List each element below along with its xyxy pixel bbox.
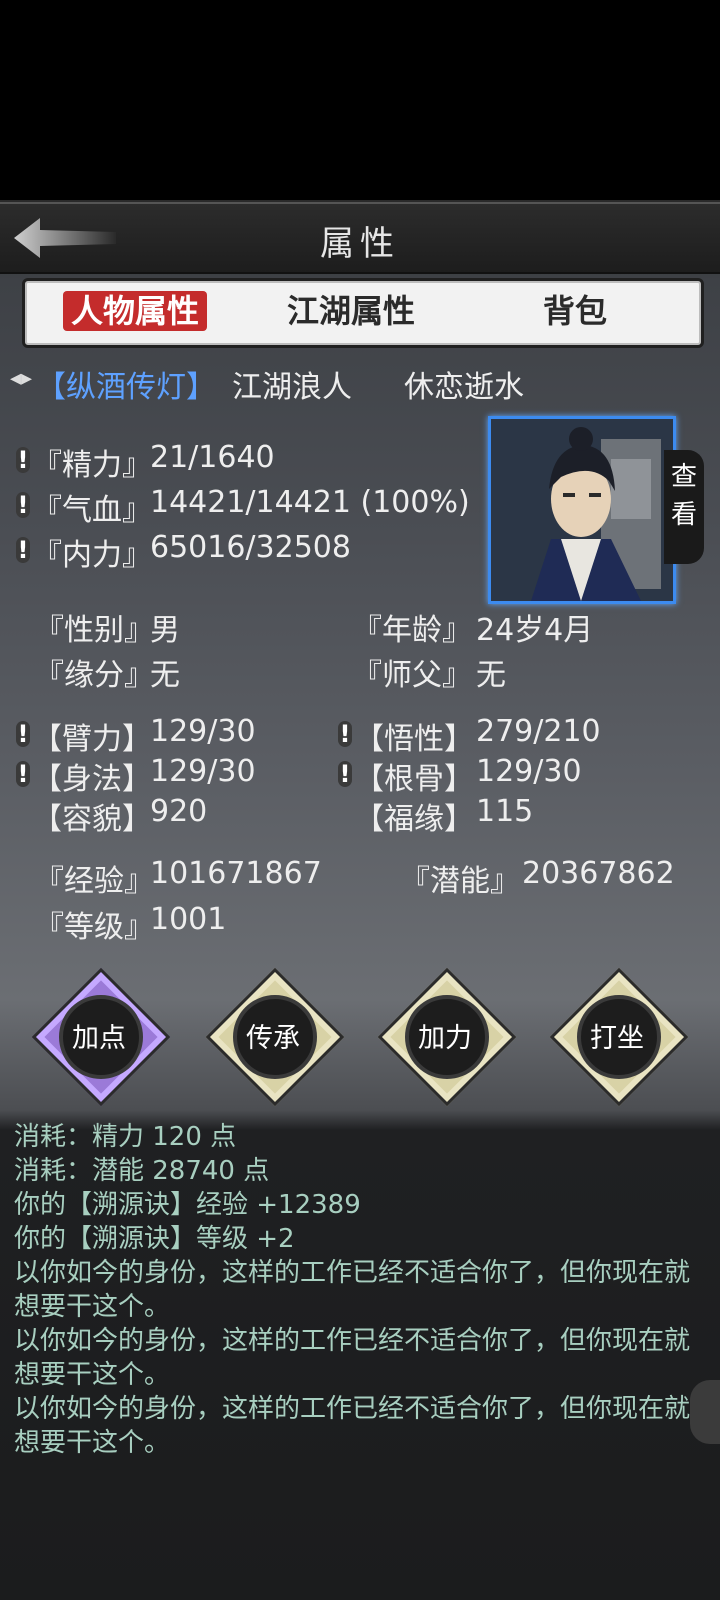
- log-line: 以你如今的身份，这样的工作已经不适合你了，但你现在就想要干这个。: [14, 1326, 691, 1390]
- side-tool-tab[interactable]: [690, 1380, 720, 1444]
- message-log: 消耗：精力 120 点 消耗：潜能 28740 点 你的【溯源诀】经验 +123…: [14, 1120, 704, 1460]
- view-button[interactable]: 查看: [664, 450, 704, 564]
- master-value: 无: [476, 658, 506, 693]
- looks-value: 920: [150, 794, 208, 829]
- info-icon[interactable]: !: [16, 537, 30, 563]
- sect-name[interactable]: 【纵酒传灯】: [36, 362, 216, 406]
- log-line: 以你如今的身份，这样的工作已经不适合你了，但你现在就想要干这个。: [14, 1394, 691, 1458]
- age-value: 24岁4月: [476, 613, 594, 648]
- wisdom-label: 【悟性】: [354, 722, 474, 757]
- vital-value-inner-power: 65016/32508: [150, 530, 351, 565]
- info-icon[interactable]: !: [338, 761, 352, 787]
- add-points-button[interactable]: 加点: [31, 967, 171, 1107]
- fate-value: 无: [150, 658, 180, 693]
- info-icon[interactable]: !: [16, 761, 30, 787]
- sect-toggle-icon[interactable]: ◂▸: [10, 366, 32, 391]
- character-name: 休恋逝水: [404, 370, 524, 405]
- character-portrait[interactable]: [488, 416, 676, 604]
- vital-value-health: 14421/14421 (100%): [150, 485, 470, 520]
- info-icon[interactable]: !: [16, 447, 30, 473]
- vital-value-energy: 21/1640: [150, 440, 275, 475]
- potential-value: 20367862: [522, 856, 675, 891]
- log-line: 以你如今的身份，这样的工作已经不适合你了，但你现在就想要干这个。: [14, 1258, 691, 1322]
- tab-character-attributes[interactable]: 人物属性: [63, 291, 208, 331]
- character-title: 江湖浪人: [232, 370, 352, 405]
- add-force-label: 加力: [418, 1023, 472, 1054]
- add-force-button[interactable]: 加力: [377, 967, 517, 1107]
- gender-value: 男: [150, 613, 180, 648]
- arm-label: 【臂力】: [32, 722, 152, 757]
- gender-label: 『性别』: [34, 613, 154, 648]
- bone-value: 129/30: [476, 754, 582, 789]
- potential-label: 『潜能』: [400, 864, 520, 899]
- fate-label: 『缘分』: [34, 658, 154, 693]
- age-label: 『年龄』: [352, 613, 472, 648]
- info-icon[interactable]: !: [16, 492, 30, 518]
- page-title: 属性: [320, 224, 400, 264]
- inherit-label: 传承: [246, 1023, 300, 1054]
- info-icon[interactable]: !: [16, 721, 30, 747]
- agility-value: 129/30: [150, 754, 256, 789]
- log-line: 消耗：潜能 28740 点: [14, 1156, 270, 1186]
- tab-backpack[interactable]: 背包: [543, 291, 607, 331]
- screen: 属性 人物属性 江湖属性 背包 ◂▸ 【纵酒传灯】 江湖浪人 休恋逝水 ! 『精…: [0, 0, 720, 1600]
- arm-value: 129/30: [150, 714, 256, 749]
- luck-value: 115: [476, 794, 534, 829]
- inherit-button[interactable]: 传承: [205, 967, 345, 1107]
- header-bar: 属性: [0, 202, 720, 274]
- tab-bar: 人物属性 江湖属性 背包: [22, 278, 704, 348]
- bone-label: 【根骨】: [354, 762, 474, 797]
- add-points-label: 加点: [72, 1023, 126, 1054]
- level-label: 『等级』: [34, 910, 154, 945]
- master-label: 『师父』: [352, 658, 472, 693]
- log-line: 消耗：精力 120 点: [14, 1122, 237, 1152]
- meditate-button[interactable]: 打坐: [549, 967, 689, 1107]
- vital-label-inner-power: 『内力』: [32, 538, 152, 573]
- looks-label: 【容貌】: [32, 802, 152, 837]
- log-line: 你的【溯源诀】经验 +12389: [14, 1190, 361, 1220]
- vital-label-health: 『气血』: [32, 493, 152, 528]
- wisdom-value: 279/210: [476, 714, 601, 749]
- luck-label: 【福缘】: [354, 802, 474, 837]
- tab-jianghu-attributes[interactable]: 江湖属性: [287, 291, 415, 331]
- agility-label: 【身法】: [32, 762, 152, 797]
- meditate-label: 打坐: [590, 1023, 644, 1054]
- experience-label: 『经验』: [34, 864, 154, 899]
- info-icon[interactable]: !: [338, 721, 352, 747]
- experience-value: 101671867: [150, 856, 322, 891]
- vital-label-energy: 『精力』: [32, 448, 152, 483]
- log-line: 你的【溯源诀】等级 +2: [14, 1224, 295, 1254]
- level-value: 1001: [150, 902, 227, 937]
